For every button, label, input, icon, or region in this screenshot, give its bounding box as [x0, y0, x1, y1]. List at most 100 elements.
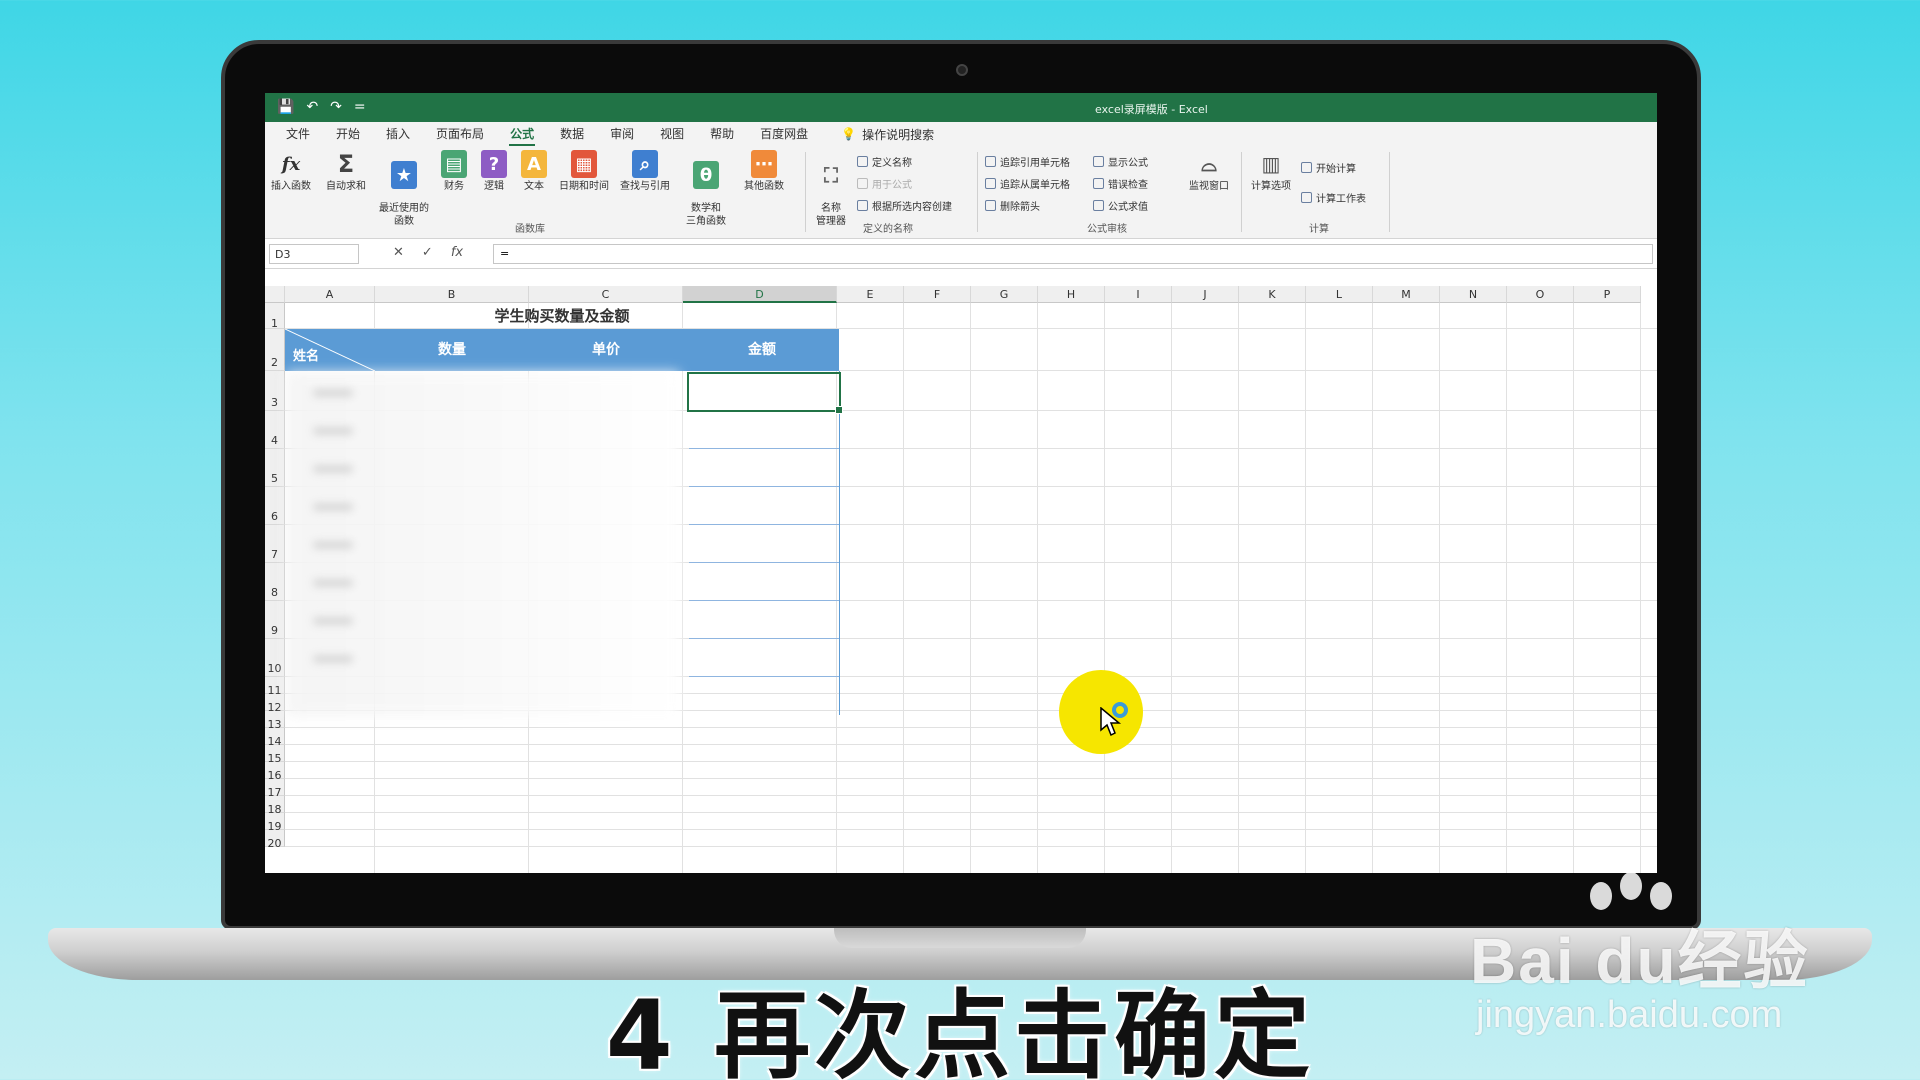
- column-header-c[interactable]: C: [529, 286, 683, 303]
- tab-data[interactable]: 数据: [547, 122, 597, 146]
- calculate-now-button[interactable]: 开始计算: [1301, 160, 1356, 175]
- insert-function-button[interactable]: fx 插入函数: [269, 150, 313, 193]
- lookup-reference-button[interactable]: ⌕ 查找与引用: [615, 150, 675, 193]
- header-amount: 金额: [748, 342, 776, 358]
- column-header-g[interactable]: G: [971, 286, 1038, 303]
- more-functions-button[interactable]: ⋯ 其他函数: [739, 150, 789, 193]
- column-header-i[interactable]: I: [1105, 286, 1172, 303]
- show-formulas-icon: [1093, 156, 1104, 167]
- table-row-border: [689, 600, 839, 601]
- row-header-2[interactable]: 2: [265, 329, 285, 371]
- column-header-d[interactable]: D: [683, 286, 837, 303]
- remove-arrows-button[interactable]: 删除箭头: [985, 198, 1040, 213]
- row-header-1[interactable]: 1: [265, 303, 285, 330]
- tab-formulas[interactable]: 公式: [497, 122, 547, 146]
- tab-insert[interactable]: 插入: [373, 122, 423, 146]
- column-header-k[interactable]: K: [1239, 286, 1306, 303]
- logical-button[interactable]: ? 逻辑: [477, 150, 511, 193]
- date-time-button[interactable]: ▦ 日期和时间: [555, 150, 613, 193]
- select-all-corner[interactable]: [265, 286, 285, 303]
- column-header-o[interactable]: O: [1507, 286, 1574, 303]
- error-checking-button[interactable]: 错误检查: [1093, 176, 1148, 191]
- row-header-8[interactable]: 8: [265, 563, 285, 601]
- search-label: 操作说明搜索: [862, 127, 935, 142]
- table-row-border: [689, 524, 839, 525]
- formula-bar: D3 ✕ ✓ fx =: [265, 239, 1657, 269]
- autosum-button[interactable]: Σ 自动求和: [321, 150, 371, 193]
- trace-precedents-button[interactable]: 追踪引用单元格: [985, 154, 1070, 169]
- row-header-20[interactable]: 20: [265, 830, 285, 850]
- row-header-9[interactable]: 9: [265, 601, 285, 639]
- redo-icon[interactable]: ↷: [330, 99, 342, 115]
- tab-home[interactable]: 开始: [323, 122, 373, 146]
- tab-baidu-netdisk[interactable]: 百度网盘: [747, 122, 821, 146]
- row-header-12[interactable]: 12: [265, 694, 285, 714]
- row-header-3[interactable]: 3: [265, 371, 285, 411]
- watch-window-button[interactable]: ⌓ 监视窗口: [1185, 150, 1233, 193]
- column-header-j[interactable]: J: [1172, 286, 1239, 303]
- row-header-6[interactable]: 6: [265, 487, 285, 525]
- customize-qat-icon[interactable]: =: [354, 99, 366, 115]
- enter-icon[interactable]: ✓: [422, 245, 433, 260]
- gridline: [1439, 303, 1440, 873]
- financial-button[interactable]: ▤ 财务: [437, 150, 471, 193]
- row-header-4[interactable]: 4: [265, 411, 285, 449]
- row-header-14[interactable]: 14: [265, 728, 285, 748]
- trace-dependents-button[interactable]: 追踪从属单元格: [985, 176, 1070, 191]
- row-header-19[interactable]: 19: [265, 813, 285, 833]
- group-divider: [1389, 152, 1390, 232]
- create-from-selection-button[interactable]: 根据所选内容创建: [857, 198, 952, 213]
- row-header-18[interactable]: 18: [265, 796, 285, 816]
- column-header-p[interactable]: P: [1574, 286, 1641, 303]
- row-header-16[interactable]: 16: [265, 762, 285, 782]
- define-name-icon: [857, 156, 868, 167]
- tab-help[interactable]: 帮助: [697, 122, 747, 146]
- active-cell-d3[interactable]: [687, 372, 843, 414]
- row-header-15[interactable]: 15: [265, 745, 285, 765]
- tell-me-search[interactable]: 💡 操作说明搜索: [841, 126, 934, 143]
- calculate-sheet-button[interactable]: 计算工作表: [1301, 190, 1366, 205]
- table-border: [839, 371, 840, 715]
- button-label: 根据所选内容创建: [872, 202, 952, 213]
- gridline: [285, 829, 1657, 830]
- blurred-cell: [313, 541, 353, 549]
- tab-file[interactable]: 文件: [273, 122, 323, 146]
- save-icon[interactable]: 💾: [277, 99, 294, 115]
- column-header-f[interactable]: F: [904, 286, 971, 303]
- group-label-formula-auditing: 公式审核: [1087, 224, 1127, 235]
- math-trig-button[interactable]: θ 数学和 三角函数: [677, 150, 735, 239]
- worksheet-grid[interactable]: ABCDEFGHIJKLMNOP 1 2 3 4 5 6 7 8 9 10 11 12 13 14 15 16…: [265, 286, 1657, 873]
- row-header-10[interactable]: 10: [265, 639, 285, 677]
- cancel-icon[interactable]: ✕: [393, 245, 404, 260]
- calculation-options-button[interactable]: ▥ 计算选项: [1247, 150, 1295, 193]
- evaluate-formula-button[interactable]: 公式求值: [1093, 198, 1148, 213]
- text-a-icon: A: [521, 150, 547, 178]
- text-function-button[interactable]: A 文本: [517, 150, 551, 193]
- row-header-11[interactable]: 11: [265, 677, 285, 697]
- gridline: [1238, 303, 1239, 873]
- insert-function-icon[interactable]: fx: [451, 245, 463, 260]
- row-header-17[interactable]: 17: [265, 779, 285, 799]
- show-formulas-button[interactable]: 显示公式: [1093, 154, 1148, 169]
- column-header-l[interactable]: L: [1306, 286, 1373, 303]
- column-header-a[interactable]: A: [285, 286, 375, 303]
- row-header-13[interactable]: 13: [265, 711, 285, 731]
- define-name-button[interactable]: 定义名称: [857, 154, 912, 169]
- column-header-h[interactable]: H: [1038, 286, 1105, 303]
- undo-icon[interactable]: ↶: [306, 99, 318, 115]
- formula-input[interactable]: =: [493, 244, 1653, 264]
- tab-page-layout[interactable]: 页面布局: [423, 122, 497, 146]
- column-header-b[interactable]: B: [375, 286, 529, 303]
- row-header-5[interactable]: 5: [265, 449, 285, 487]
- column-header-e[interactable]: E: [837, 286, 904, 303]
- column-header-n[interactable]: N: [1440, 286, 1507, 303]
- tab-view[interactable]: 视图: [647, 122, 697, 146]
- tab-review[interactable]: 审阅: [597, 122, 647, 146]
- recently-used-button[interactable]: ★ 最近使用的 函数: [375, 150, 433, 239]
- use-in-formula-button[interactable]: 用于公式: [857, 176, 912, 191]
- name-box[interactable]: D3: [269, 244, 359, 264]
- blurred-cell: [313, 503, 353, 511]
- row-header-7[interactable]: 7: [265, 525, 285, 563]
- name-manager-button[interactable]: ⛶ 名称 管理器: [811, 150, 851, 239]
- column-header-m[interactable]: M: [1373, 286, 1440, 303]
